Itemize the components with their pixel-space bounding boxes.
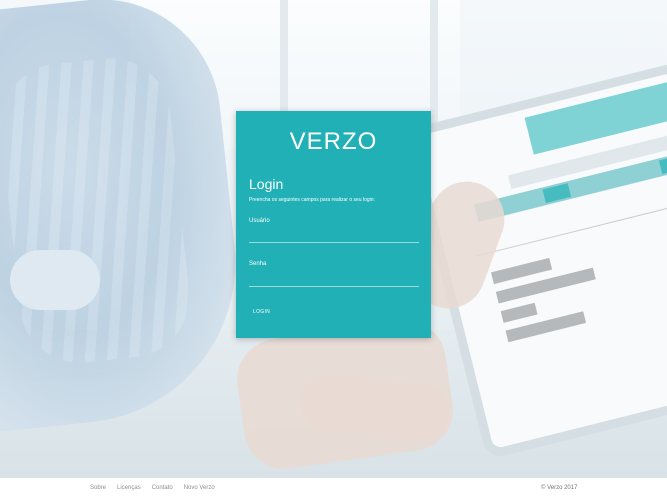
footer-link-contato[interactable]: Contato bbox=[152, 485, 173, 491]
tablet-chart-bar bbox=[500, 302, 538, 323]
footer: Sobre Licenças Contato Novo Verzo © Verz… bbox=[0, 478, 667, 500]
footer-link-licencas[interactable]: Licenças bbox=[117, 485, 141, 491]
sleeve-pattern bbox=[0, 52, 196, 369]
username-label: Usuário bbox=[249, 218, 270, 224]
footer-link-sobre[interactable]: Sobre bbox=[90, 485, 106, 491]
background-cuff bbox=[10, 250, 100, 310]
password-input[interactable] bbox=[249, 275, 419, 287]
password-label: Senha bbox=[249, 261, 267, 267]
footer-links: Sobre Licenças Contato Novo Verzo bbox=[90, 485, 215, 491]
brand-logo: VERZO bbox=[289, 128, 378, 155]
login-instructions: Preencha os seguintes campos para realiz… bbox=[249, 197, 375, 203]
copyright-text: © Verzo 2017 bbox=[541, 485, 578, 491]
login-card: VERZO Login Preencha os seguintes campos… bbox=[236, 111, 431, 338]
login-title: Login bbox=[249, 176, 284, 192]
username-input[interactable] bbox=[249, 231, 419, 243]
footer-link-novo-verzo[interactable]: Novo Verzo bbox=[184, 485, 215, 491]
login-button[interactable]: LOGIN bbox=[253, 309, 270, 315]
